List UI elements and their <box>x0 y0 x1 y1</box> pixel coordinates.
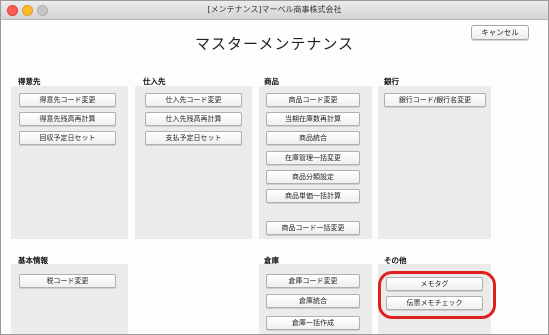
warehouse-code-change-button[interactable]: 倉庫コード変更 <box>266 274 360 288</box>
product-code-bulk-change-button[interactable]: 商品コード一括変更 <box>266 221 360 235</box>
warehouse-merge-button[interactable]: 倉庫統合 <box>266 294 360 308</box>
window-title: [メンテナンス]マーベル商事株式会社 <box>207 5 342 14</box>
supplier-balance-recalc-button[interactable]: 仕入先残高再計算 <box>145 112 242 126</box>
panel-basic: 税コード変更 <box>11 264 128 334</box>
bank-code-name-change-button[interactable]: 銀行コード/銀行名変更 <box>384 93 486 107</box>
page-title: マスターメンテナンス <box>194 35 355 53</box>
panel-product: 商品コード変更 当期在庫数再計算 商品統合 在庫管理一括変更 商品分類設定 商品… <box>259 86 372 239</box>
inventory-bulk-change-button[interactable]: 在庫管理一括変更 <box>266 151 360 165</box>
customer-code-change-button[interactable]: 得意先コード変更 <box>19 93 116 107</box>
product-category-button[interactable]: 商品分類設定 <box>266 170 360 184</box>
payment-date-set-button[interactable]: 支払予定日セット <box>145 131 242 145</box>
cancel-button[interactable]: キャンセル <box>471 25 529 40</box>
panel-warehouse: 倉庫コード変更 倉庫統合 倉庫一括作成 <box>259 264 372 334</box>
supplier-code-change-button[interactable]: 仕入先コード変更 <box>145 93 242 107</box>
tax-code-change-button[interactable]: 税コード変更 <box>19 274 116 288</box>
unit-price-bulk-calc-button[interactable]: 商品単価一括計算 <box>266 189 360 203</box>
highlight-annotation <box>378 271 496 319</box>
product-merge-button[interactable]: 商品統合 <box>266 131 360 145</box>
panel-bank: 銀行コード/銀行名変更 <box>378 86 491 239</box>
stock-recalc-button[interactable]: 当期在庫数再計算 <box>266 112 360 126</box>
panel-customer: 得意先コード変更 得意先残高再計算 回収予定日セット <box>11 86 128 239</box>
warehouse-bulk-create-button[interactable]: 倉庫一括作成 <box>266 316 360 330</box>
title-bar: [メンテナンス]マーベル商事株式会社 <box>1 1 548 20</box>
app-window: [メンテナンス]マーベル商事株式会社 マスターメンテナンス キャンセル 得意先 … <box>0 0 549 335</box>
product-code-change-button[interactable]: 商品コード変更 <box>266 93 360 107</box>
panel-supplier: 仕入先コード変更 仕入先残高再計算 支払予定日セット <box>135 86 252 239</box>
customer-balance-recalc-button[interactable]: 得意先残高再計算 <box>19 112 116 126</box>
collection-date-set-button[interactable]: 回収予定日セット <box>19 131 116 145</box>
